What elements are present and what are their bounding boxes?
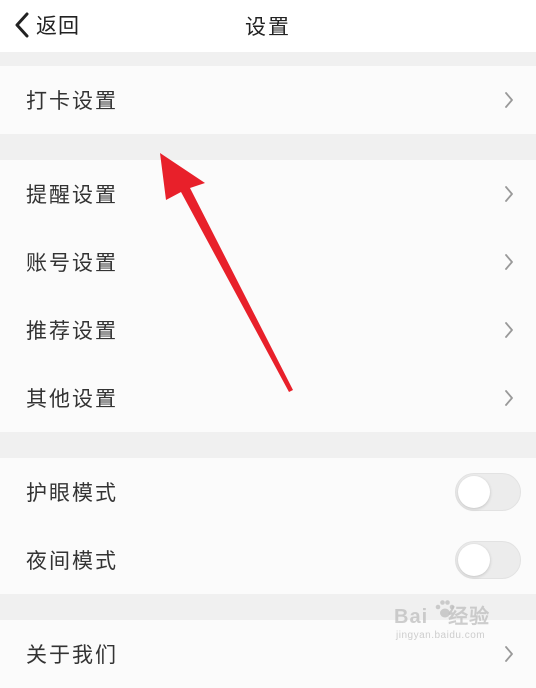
section-divider <box>0 594 536 620</box>
night-mode-toggle[interactable] <box>455 541 521 579</box>
chevron-right-icon <box>504 91 514 109</box>
chevron-right-icon <box>504 389 514 407</box>
chevron-right-icon <box>504 321 514 339</box>
settings-item-eye-care: 护眼模式 <box>0 458 536 526</box>
settings-item-label: 打卡设置 <box>26 89 118 113</box>
settings-item-about[interactable]: 关于我们 <box>0 620 536 688</box>
section-divider <box>0 52 536 66</box>
page-title: 设置 <box>245 15 291 39</box>
settings-item-checkin[interactable]: 打卡设置 <box>0 66 536 134</box>
chevron-right-icon <box>504 185 514 203</box>
chevron-right-icon <box>504 645 514 663</box>
settings-item-night-mode: 夜间模式 <box>0 526 536 594</box>
settings-item-account[interactable]: 账号设置 <box>0 228 536 296</box>
nav-header: 返回 设置 <box>0 0 536 52</box>
settings-item-reminder[interactable]: 提醒设置 <box>0 160 536 228</box>
chevron-right-icon <box>504 253 514 271</box>
eye-care-toggle[interactable] <box>455 473 521 511</box>
settings-item-other[interactable]: 其他设置 <box>0 364 536 432</box>
settings-item-label: 账号设置 <box>26 251 118 275</box>
settings-item-label: 提醒设置 <box>26 183 118 207</box>
settings-item-label: 护眼模式 <box>26 481 118 505</box>
section-divider <box>0 134 536 160</box>
section-divider <box>0 432 536 458</box>
settings-item-label: 其他设置 <box>26 387 118 411</box>
toggle-knob <box>458 544 490 576</box>
settings-item-recommend[interactable]: 推荐设置 <box>0 296 536 364</box>
settings-item-label: 推荐设置 <box>26 319 118 343</box>
settings-item-label: 夜间模式 <box>26 549 118 573</box>
settings-item-label: 关于我们 <box>26 643 118 667</box>
toggle-knob <box>458 476 490 508</box>
